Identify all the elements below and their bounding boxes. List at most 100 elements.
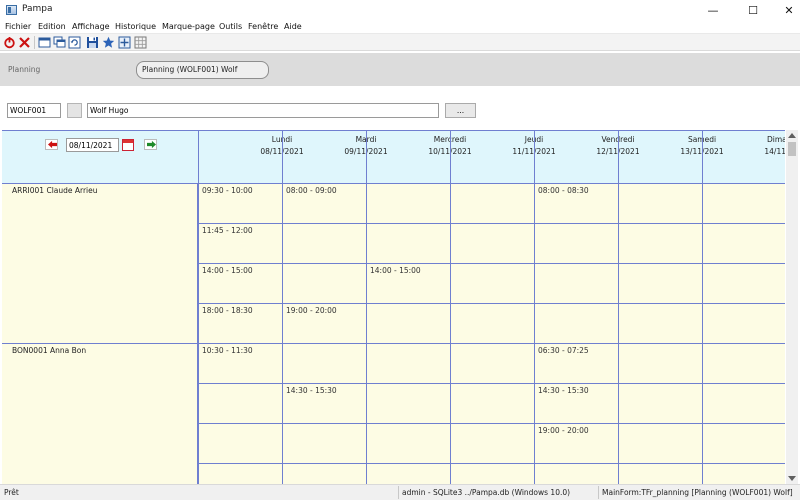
schedule-cell[interactable] [198,384,282,424]
time-slot: 14:30 - 15:30 [538,386,589,395]
menu-aide[interactable]: Aide [284,22,302,31]
calendar-icon[interactable] [122,139,134,151]
minimize-button[interactable]: — [693,0,733,21]
schedule-cell[interactable] [450,344,534,384]
schedule-cell[interactable] [366,224,450,264]
schedule-cell[interactable] [198,464,282,484]
schedule-cell[interactable]: 14:00 - 15:00 [366,264,450,304]
maximize-button[interactable]: ☐ [733,0,773,21]
power-icon[interactable] [3,36,16,49]
schedule-cell[interactable] [282,264,366,304]
schedule-cell[interactable] [702,424,785,464]
schedule-cell[interactable] [366,384,450,424]
schedule-cell[interactable] [450,424,534,464]
lookup-button[interactable] [67,103,82,118]
schedule-cell[interactable] [198,424,282,464]
scroll-up-icon[interactable] [788,133,796,138]
schedule-cell[interactable]: 11:45 - 12:00 [198,224,282,264]
schedule-cell[interactable] [450,184,534,224]
employee-name-input[interactable] [87,103,439,118]
schedule-cell[interactable]: 19:00 - 20:00 [282,304,366,344]
previous-week-button[interactable] [45,139,58,150]
time-slot: 08:00 - 09:00 [286,186,337,195]
schedule-cell[interactable] [618,344,702,384]
menu-fichier[interactable]: Fichier [5,22,31,31]
schedule-cell[interactable] [618,224,702,264]
schedule-cell[interactable]: 08:00 - 08:30 [534,184,618,224]
schedule-cell[interactable] [618,464,702,484]
schedule-cell[interactable] [366,304,450,344]
schedule-cell[interactable] [534,304,618,344]
schedule-cell[interactable] [450,384,534,424]
schedule-cell[interactable] [702,344,785,384]
day-header-lundi: Lundi 08/11/2021 [198,131,304,184]
next-week-button[interactable] [144,139,157,150]
schedule-cell[interactable] [534,464,618,484]
time-slot: 06:30 - 07:25 [538,346,589,355]
close-red-icon[interactable] [18,36,31,49]
refresh-icon[interactable] [68,36,81,49]
schedule-cell[interactable] [534,264,618,304]
star-icon[interactable] [102,36,115,49]
grid-icon[interactable] [134,36,147,49]
schedule-cell[interactable] [450,304,534,344]
time-slot: 09:30 - 10:00 [202,186,253,195]
vertical-scrollbar[interactable] [786,130,798,484]
schedule-cell[interactable] [702,304,785,344]
schedule-cell[interactable]: 14:30 - 15:30 [282,384,366,424]
scroll-down-icon[interactable] [788,476,796,481]
schedule-cell[interactable] [366,424,450,464]
schedule-cell[interactable] [450,464,534,484]
schedule-cell[interactable] [366,464,450,484]
employee-code-input[interactable] [7,103,61,118]
schedule-cell[interactable]: 06:30 - 07:25 [534,344,618,384]
window-icon[interactable] [38,36,51,49]
schedule-cell[interactable] [618,304,702,344]
scroll-thumb[interactable] [788,142,796,156]
move-icon[interactable] [118,36,131,49]
schedule-cell[interactable]: 09:30 - 10:00 [198,184,282,224]
schedule-cell[interactable] [282,344,366,384]
close-window-button[interactable]: ✕ [769,0,800,21]
schedule-cell[interactable] [618,424,702,464]
schedule-cell[interactable] [450,264,534,304]
schedule-cell[interactable]: 14:00 - 15:00 [198,264,282,304]
schedule-cell[interactable]: 10:30 - 11:30 [198,344,282,384]
day-name: Dimanche [766,135,785,144]
date-input[interactable] [66,138,119,152]
schedule-cell[interactable] [366,344,450,384]
schedule-cell[interactable] [702,184,785,224]
windows-cascade-icon[interactable] [53,36,66,49]
schedule-cell[interactable]: 14:30 - 15:30 [534,384,618,424]
status-form: MainForm:TFr_planning [Planning (WOLF001… [602,488,793,497]
schedule-cell[interactable] [618,384,702,424]
schedule-cell[interactable]: 19:00 - 20:00 [534,424,618,464]
menu-historique[interactable]: Historique [115,22,156,31]
menu-affichage[interactable]: Affichage [72,22,110,31]
browse-button[interactable]: ... [445,103,476,118]
menu-edition[interactable]: Edition [38,22,66,31]
schedule-cell[interactable] [702,384,785,424]
schedule-cell[interactable] [282,224,366,264]
planning-title-pill: Planning (WOLF001) Wolf [136,61,269,79]
menu-fenetre[interactable]: Fenêtre [248,22,278,31]
day-header-samedi: Samedi 13/11/2021 [618,131,724,184]
person-name: ARRI001 Claude Arrieu [12,186,98,195]
menu-outils[interactable]: Outils [219,22,242,31]
schedule-cell[interactable] [282,424,366,464]
menu-marque-page[interactable]: Marque-page [162,22,215,31]
schedule-cell[interactable] [366,184,450,224]
toolbar [0,33,800,51]
schedule-cell[interactable]: 18:00 - 18:30 [198,304,282,344]
schedule-cell[interactable] [450,224,534,264]
schedule-cell[interactable] [618,184,702,224]
save-icon[interactable] [86,36,99,49]
schedule-cell[interactable] [702,264,785,304]
schedule-cell[interactable] [534,224,618,264]
schedule-cell[interactable] [702,224,785,264]
schedule-cell[interactable]: 08:00 - 09:00 [282,184,366,224]
schedule-cell[interactable] [702,464,785,484]
schedule-cell[interactable] [282,464,366,484]
status-ready: Prêt [4,488,19,497]
schedule-cell[interactable] [618,264,702,304]
